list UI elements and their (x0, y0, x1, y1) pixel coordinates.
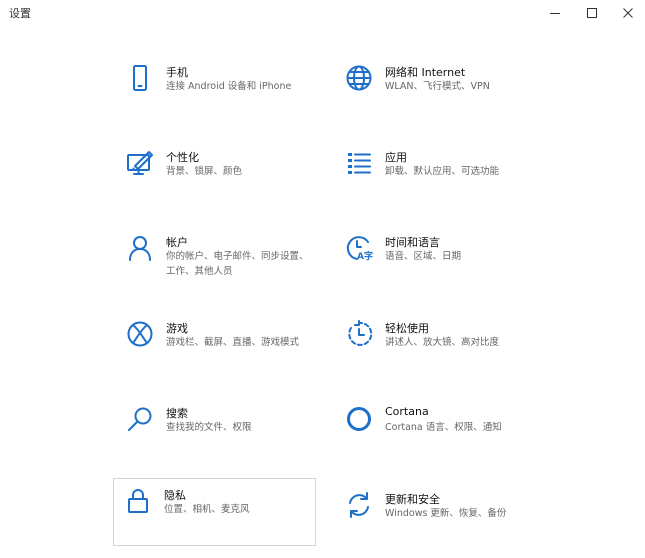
time-language-icon: A字 (344, 233, 374, 263)
tile-phone[interactable]: 手机 连接 Android 设备和 iPhone (115, 55, 315, 121)
ease-of-access-icon (344, 319, 374, 349)
tile-desc: 查找我的文件、权限 (166, 422, 252, 433)
tile-ease-of-access[interactable]: 轻松使用 讲述人、放大镜、高对比度 (334, 311, 534, 377)
minimize-button[interactable] (538, 0, 572, 26)
tile-privacy[interactable]: 隐私 位置、相机、麦克风 (113, 478, 316, 546)
tile-desc: 你的帐户、电子邮件、同步设置、工作、其他人员 (166, 251, 309, 277)
window-title: 设置 (9, 7, 31, 20)
tile-title: 轻松使用 (385, 322, 429, 335)
tile-gaming[interactable]: 游戏 游戏栏、截屏、直播、游戏模式 (115, 311, 315, 377)
minimize-icon (550, 13, 560, 14)
tile-cortana[interactable]: Cortana Cortana 语言、权限、通知 (334, 396, 534, 462)
tile-desc: 背景、锁屏、颜色 (166, 166, 243, 177)
tile-title: 应用 (385, 151, 407, 164)
person-icon (125, 233, 155, 263)
tile-search[interactable]: 搜索 查找我的文件、权限 (115, 396, 315, 462)
close-icon (623, 8, 633, 18)
tile-title: 时间和语言 (385, 236, 440, 249)
tile-title: 隐私 (164, 489, 186, 502)
cortana-icon (344, 404, 374, 434)
tile-desc: Cortana 语言、权限、通知 (385, 422, 502, 433)
tile-title: 搜索 (166, 407, 188, 420)
tile-desc: 语音、区域、日期 (385, 251, 462, 262)
tile-desc: 讲述人、放大镜、高对比度 (385, 337, 500, 348)
tile-title: 手机 (166, 66, 188, 79)
tile-title: Cortana (385, 405, 429, 418)
tile-update-security[interactable]: 更新和安全 Windows 更新、恢复、备份 (334, 482, 534, 548)
tile-desc: Windows 更新、恢复、备份 (385, 508, 507, 519)
brush-monitor-icon (125, 148, 155, 178)
tile-title: 帐户 (166, 236, 188, 249)
tile-apps[interactable]: 应用 卸载、默认应用、可选功能 (334, 140, 534, 206)
tile-desc: 位置、相机、麦克风 (164, 504, 250, 515)
tile-title: 更新和安全 (385, 493, 440, 506)
apps-list-icon (344, 148, 374, 178)
tile-title: 个性化 (166, 151, 199, 164)
tile-desc: WLAN、飞行模式、VPN (385, 81, 490, 92)
tile-time-language[interactable]: A字 时间和语言 语音、区域、日期 (334, 225, 534, 291)
tile-accounts[interactable]: 帐户 你的帐户、电子邮件、同步设置、工作、其他人员 (115, 225, 315, 291)
phone-icon (125, 63, 155, 93)
tile-title: 游戏 (166, 322, 188, 335)
maximize-button[interactable] (575, 0, 609, 26)
tile-title: 网络和 Internet (385, 66, 466, 79)
tile-desc: 连接 Android 设备和 iPhone (166, 81, 292, 92)
tile-desc: 游戏栏、截屏、直播、游戏模式 (166, 337, 300, 348)
title-bar: 设置 (0, 0, 645, 28)
tile-desc: 卸载、默认应用、可选功能 (385, 166, 500, 177)
tile-personalization[interactable]: 个性化 背景、锁屏、颜色 (115, 140, 315, 206)
maximize-icon (587, 8, 597, 18)
lock-icon (123, 486, 153, 516)
globe-icon (344, 63, 374, 93)
tile-network[interactable]: 网络和 Internet WLAN、飞行模式、VPN (334, 55, 534, 121)
svg-text:A字: A字 (357, 250, 373, 262)
search-icon (125, 404, 155, 434)
close-button[interactable] (611, 0, 645, 26)
xbox-icon (125, 319, 155, 349)
refresh-icon (344, 490, 374, 520)
